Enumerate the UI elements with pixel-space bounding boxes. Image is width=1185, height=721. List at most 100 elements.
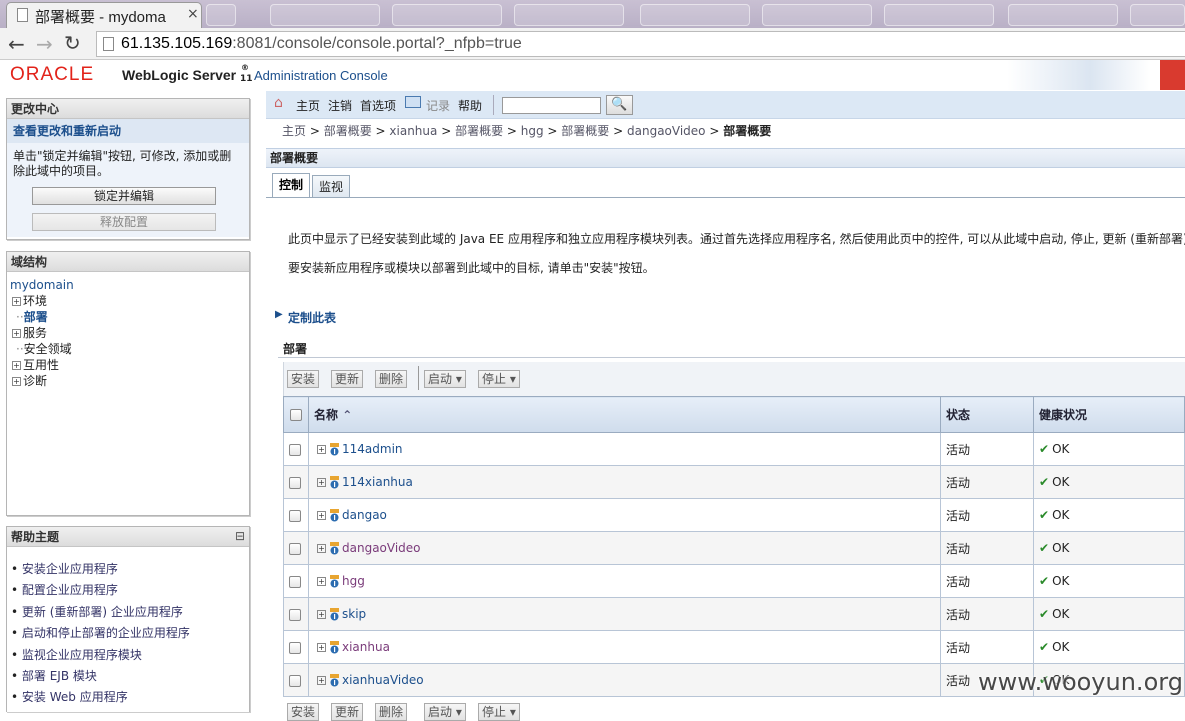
table-header-row: 名称 ⌃ 状态 健康状况 xyxy=(283,396,1185,433)
tree-item-deployments[interactable]: ··部署 xyxy=(16,309,48,325)
install-button[interactable]: 安装 xyxy=(287,370,320,388)
health-column-header[interactable]: 健康状况 xyxy=(1033,396,1185,433)
help-link[interactable]: • 监视企业应用程序模块 xyxy=(11,645,190,666)
forward-icon[interactable]: → xyxy=(36,32,53,56)
tree-item-services[interactable]: + 服务 xyxy=(12,325,47,341)
help-link[interactable]: • 安装企业应用程序 xyxy=(11,559,190,580)
record-link[interactable]: 记录 xyxy=(426,97,450,114)
expand-icon[interactable]: + xyxy=(317,445,326,454)
browser-tab-background[interactable] xyxy=(762,4,872,26)
deployment-link[interactable]: dangaoVideo xyxy=(342,541,421,555)
back-icon[interactable]: ← xyxy=(8,32,25,56)
breadcrumb-link[interactable]: dangaoVideo xyxy=(627,124,706,138)
expand-icon[interactable]: + xyxy=(12,377,21,386)
expand-triangle-icon[interactable]: ▶ xyxy=(275,309,283,320)
row-checkbox[interactable] xyxy=(289,443,301,456)
expand-icon[interactable]: + xyxy=(317,544,326,553)
update-button-bottom[interactable]: 更新 xyxy=(331,703,364,721)
deployment-link[interactable]: xianhuaVideo xyxy=(342,673,424,687)
deployment-link[interactable]: 114xianhua xyxy=(342,475,413,489)
browser-tab-background[interactable] xyxy=(640,4,750,26)
expand-icon[interactable]: + xyxy=(12,329,21,338)
stop-dropdown[interactable]: 停止 ▾ xyxy=(478,370,520,388)
new-tab-button[interactable] xyxy=(206,4,236,26)
collapse-icon[interactable]: ⊟ xyxy=(235,529,245,543)
deployment-link[interactable]: xianhua xyxy=(342,640,390,654)
tab-control[interactable]: 控制 xyxy=(272,173,311,198)
tree-item-security-realms[interactable]: ··安全领域 xyxy=(16,341,72,357)
deployment-link[interactable]: skip xyxy=(342,607,366,621)
breadcrumb-link[interactable]: hgg xyxy=(521,124,544,138)
select-all-checkbox[interactable] xyxy=(290,409,302,421)
view-changes-link[interactable]: 查看更改和重新启动 xyxy=(7,119,249,143)
deployment-link[interactable]: dangao xyxy=(342,508,387,522)
delete-button-bottom[interactable]: 删除 xyxy=(375,703,408,721)
expand-icon[interactable]: + xyxy=(317,478,326,487)
stop-dropdown-bottom[interactable]: 停止 ▾ xyxy=(478,703,520,721)
breadcrumb-link[interactable]: 部署概要 xyxy=(561,124,609,138)
update-button[interactable]: 更新 xyxy=(331,370,364,388)
address-input[interactable]: 61.135.105.169:8081/console/console.port… xyxy=(96,31,1185,57)
home-icon[interactable]: ⌂ xyxy=(274,95,283,111)
help-link[interactable]: • 启动和停止部署的企业应用程序 xyxy=(11,623,190,644)
row-checkbox[interactable] xyxy=(289,575,301,588)
row-checkbox[interactable] xyxy=(289,476,301,489)
browser-tab-background[interactable] xyxy=(270,4,380,26)
preferences-link[interactable]: 首选项 xyxy=(360,97,396,114)
row-checkbox[interactable] xyxy=(289,509,301,522)
breadcrumb-link[interactable]: 部署概要 xyxy=(324,124,372,138)
deployment-link[interactable]: hgg xyxy=(342,574,365,588)
help-link[interactable]: • 部署 EJB 模块 xyxy=(11,666,190,687)
lock-edit-button[interactable]: 锁定并编辑 xyxy=(32,187,216,205)
row-select-cell xyxy=(283,432,309,466)
breadcrumb-link[interactable]: 主页 xyxy=(282,124,306,138)
browser-tab-active[interactable]: 部署概要 - mydoma × xyxy=(6,2,202,28)
application-icon xyxy=(329,674,340,687)
tab-monitoring[interactable]: 监视 xyxy=(312,175,351,198)
start-dropdown[interactable]: 启动 ▾ xyxy=(424,370,466,388)
logout-link[interactable]: 注销 xyxy=(328,97,352,114)
tree-root-mydomain[interactable]: mydomain xyxy=(10,277,74,293)
browser-tab-background[interactable] xyxy=(884,4,994,26)
breadcrumb-link[interactable]: xianhua xyxy=(389,124,437,138)
browser-tab-background[interactable] xyxy=(514,4,624,26)
close-tab-icon[interactable]: × xyxy=(187,6,199,22)
install-button-bottom[interactable]: 安装 xyxy=(287,703,320,721)
tree-item-interoperability[interactable]: + 互用性 xyxy=(12,357,59,373)
customize-table-link[interactable]: 定制此表 xyxy=(288,309,336,326)
row-checkbox[interactable] xyxy=(289,674,301,687)
browser-tab-background[interactable] xyxy=(1008,4,1118,26)
delete-button[interactable]: 删除 xyxy=(375,370,408,388)
start-dropdown-bottom[interactable]: 启动 ▾ xyxy=(424,703,466,721)
reload-icon[interactable]: ↻ xyxy=(64,31,81,55)
search-input[interactable] xyxy=(502,97,601,114)
expand-icon[interactable]: + xyxy=(317,511,326,520)
row-checkbox[interactable] xyxy=(289,542,301,555)
help-link[interactable]: • 安装 Web 应用程序 xyxy=(11,687,190,708)
release-config-button[interactable]: 释放配置 xyxy=(32,213,216,231)
browser-tab-background[interactable] xyxy=(1130,4,1185,26)
search-button[interactable]: 🔍 xyxy=(606,95,633,115)
console-toolbar xyxy=(266,91,1185,119)
url-path: :8081/console/console.portal?_nfpb=true xyxy=(232,35,522,52)
expand-icon[interactable]: + xyxy=(317,676,326,685)
breadcrumb-link[interactable]: 部署概要 xyxy=(455,124,503,138)
expand-icon[interactable]: + xyxy=(12,361,21,370)
expand-icon[interactable]: + xyxy=(317,577,326,586)
expand-icon[interactable]: + xyxy=(317,643,326,652)
help-link[interactable]: • 更新 (重新部署) 企业应用程序 xyxy=(11,602,190,623)
row-checkbox[interactable] xyxy=(289,641,301,654)
expand-icon[interactable]: + xyxy=(12,297,21,306)
name-column-header[interactable]: 名称 ⌃ xyxy=(308,396,941,433)
row-select-cell xyxy=(283,597,309,631)
deployment-link[interactable]: 114admin xyxy=(342,442,403,456)
state-column-header[interactable]: 状态 xyxy=(940,396,1034,433)
home-link[interactable]: 主页 xyxy=(296,97,320,114)
expand-icon[interactable]: + xyxy=(317,610,326,619)
tree-item-environment[interactable]: + 环境 xyxy=(12,293,47,309)
row-checkbox[interactable] xyxy=(289,608,301,621)
help-link[interactable]: • 配置企业应用程序 xyxy=(11,580,190,601)
browser-tab-background[interactable] xyxy=(392,4,502,26)
help-link-top[interactable]: 帮助 xyxy=(458,97,482,114)
tree-item-diagnostics[interactable]: + 诊断 xyxy=(12,373,47,389)
